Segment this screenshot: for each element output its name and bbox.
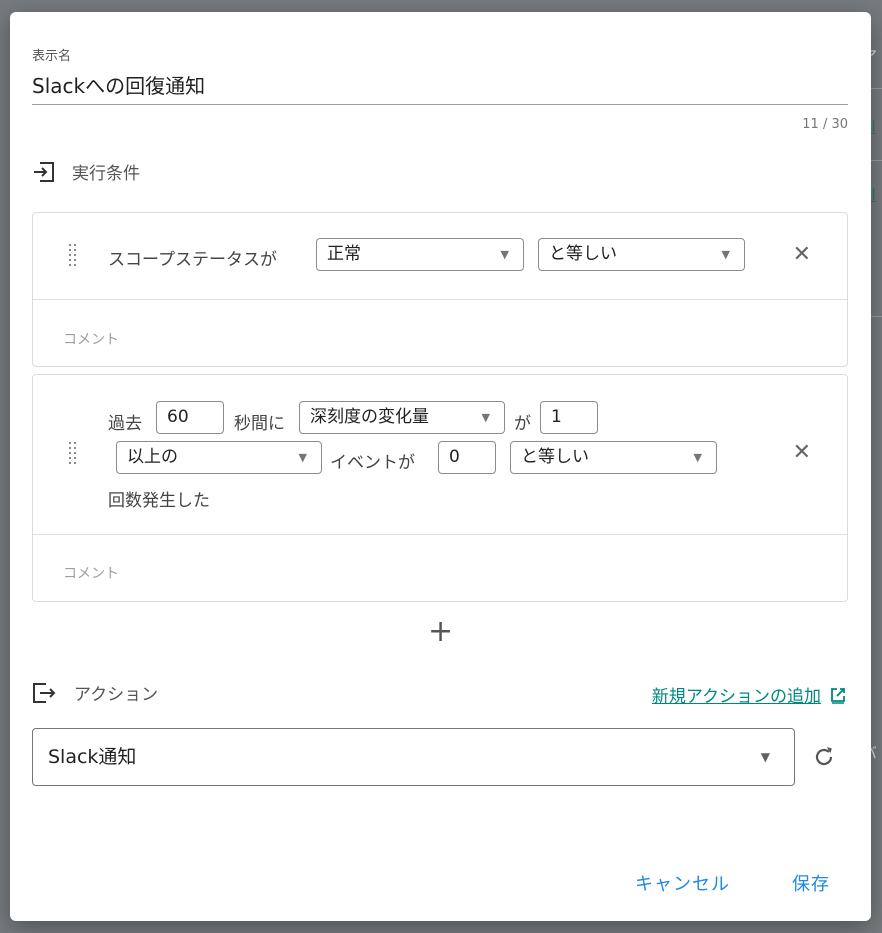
drag-handle-icon[interactable] xyxy=(69,244,77,268)
card-divider xyxy=(33,534,847,535)
comment-input[interactable]: コメント xyxy=(63,563,119,583)
login-icon xyxy=(34,161,54,182)
refresh-icon[interactable] xyxy=(812,745,836,773)
remove-condition-icon[interactable]: ✕ xyxy=(793,244,811,266)
operator-select[interactable]: と等しい ▼ xyxy=(538,238,745,271)
condition-card-1: スコープステータスが 正常 ▼ と等しい ▼ ✕ コメント xyxy=(32,212,848,367)
metric-select[interactable]: 深刻度の変化量 ▼ xyxy=(299,401,505,434)
cancel-button[interactable]: キャンセル xyxy=(635,870,730,896)
status-select[interactable]: 正常 ▼ xyxy=(316,238,524,271)
dropdown-arrow-icon: ▼ xyxy=(481,411,490,424)
comparison-select[interactable]: 以上の ▼ xyxy=(116,441,322,474)
ga-label: が xyxy=(514,414,531,434)
drag-handle-icon[interactable] xyxy=(69,442,77,466)
operator-select-value: と等しい xyxy=(521,447,589,467)
dropdown-arrow-icon: ▼ xyxy=(721,248,730,261)
metric-select-value: 深刻度の変化量 xyxy=(310,407,429,427)
actions-heading: アクション xyxy=(32,680,158,705)
actions-title: アクション xyxy=(74,685,159,705)
conditions-title: 実行条件 xyxy=(72,164,140,184)
events-label: イベントが xyxy=(330,453,415,473)
count-input[interactable]: 0 xyxy=(438,441,496,474)
character-counter: 11 / 30 xyxy=(802,117,848,132)
display-name-label: 表示名 xyxy=(32,49,72,64)
seconds-label: 秒間に xyxy=(234,414,285,434)
display-name-underline xyxy=(32,104,848,105)
comparison-select-value: 以上の xyxy=(127,447,178,467)
occurred-label: 回数発生した xyxy=(108,491,210,511)
dropdown-arrow-icon: ▼ xyxy=(298,451,307,464)
dropdown-arrow-icon: ▼ xyxy=(500,248,509,261)
operator-select[interactable]: と等しい ▼ xyxy=(510,441,717,474)
external-link-icon xyxy=(831,687,845,704)
condition-card-2: 過去 60 秒間に 深刻度の変化量 ▼ が 1 以上の ▼ イベントが 0 と等… xyxy=(32,374,848,602)
action-select-value: Slack通知 xyxy=(48,746,137,768)
logout-icon xyxy=(33,682,56,703)
save-button[interactable]: 保存 xyxy=(792,870,830,896)
threshold-input[interactable]: 1 xyxy=(540,401,598,434)
scope-status-label: スコープステータスが xyxy=(108,250,277,270)
remove-condition-icon[interactable]: ✕ xyxy=(793,442,811,464)
dropdown-arrow-icon: ▼ xyxy=(693,451,702,464)
comment-input[interactable]: コメント xyxy=(63,329,119,349)
add-new-action-link[interactable]: 新規アクションの追加 xyxy=(652,682,847,707)
action-select[interactable]: Slack通知 ▼ xyxy=(32,728,795,786)
display-name-input[interactable]: Slackへの回復通知 xyxy=(32,70,205,99)
dropdown-arrow-icon: ▼ xyxy=(760,750,770,764)
add-condition-button[interactable]: + xyxy=(428,617,453,647)
past-label: 過去 xyxy=(108,414,142,434)
card-divider xyxy=(33,299,847,300)
conditions-heading: 実行条件 xyxy=(32,159,140,184)
add-new-action-label: 新規アクションの追加 xyxy=(651,687,821,707)
edit-notification-dialog: 表示名 Slackへの回復通知 11 / 30 実行条件 スコープステータスが … xyxy=(10,12,871,921)
seconds-input[interactable]: 60 xyxy=(156,401,224,434)
status-select-value: 正常 xyxy=(327,244,361,264)
operator-select-value: と等しい xyxy=(549,244,617,264)
